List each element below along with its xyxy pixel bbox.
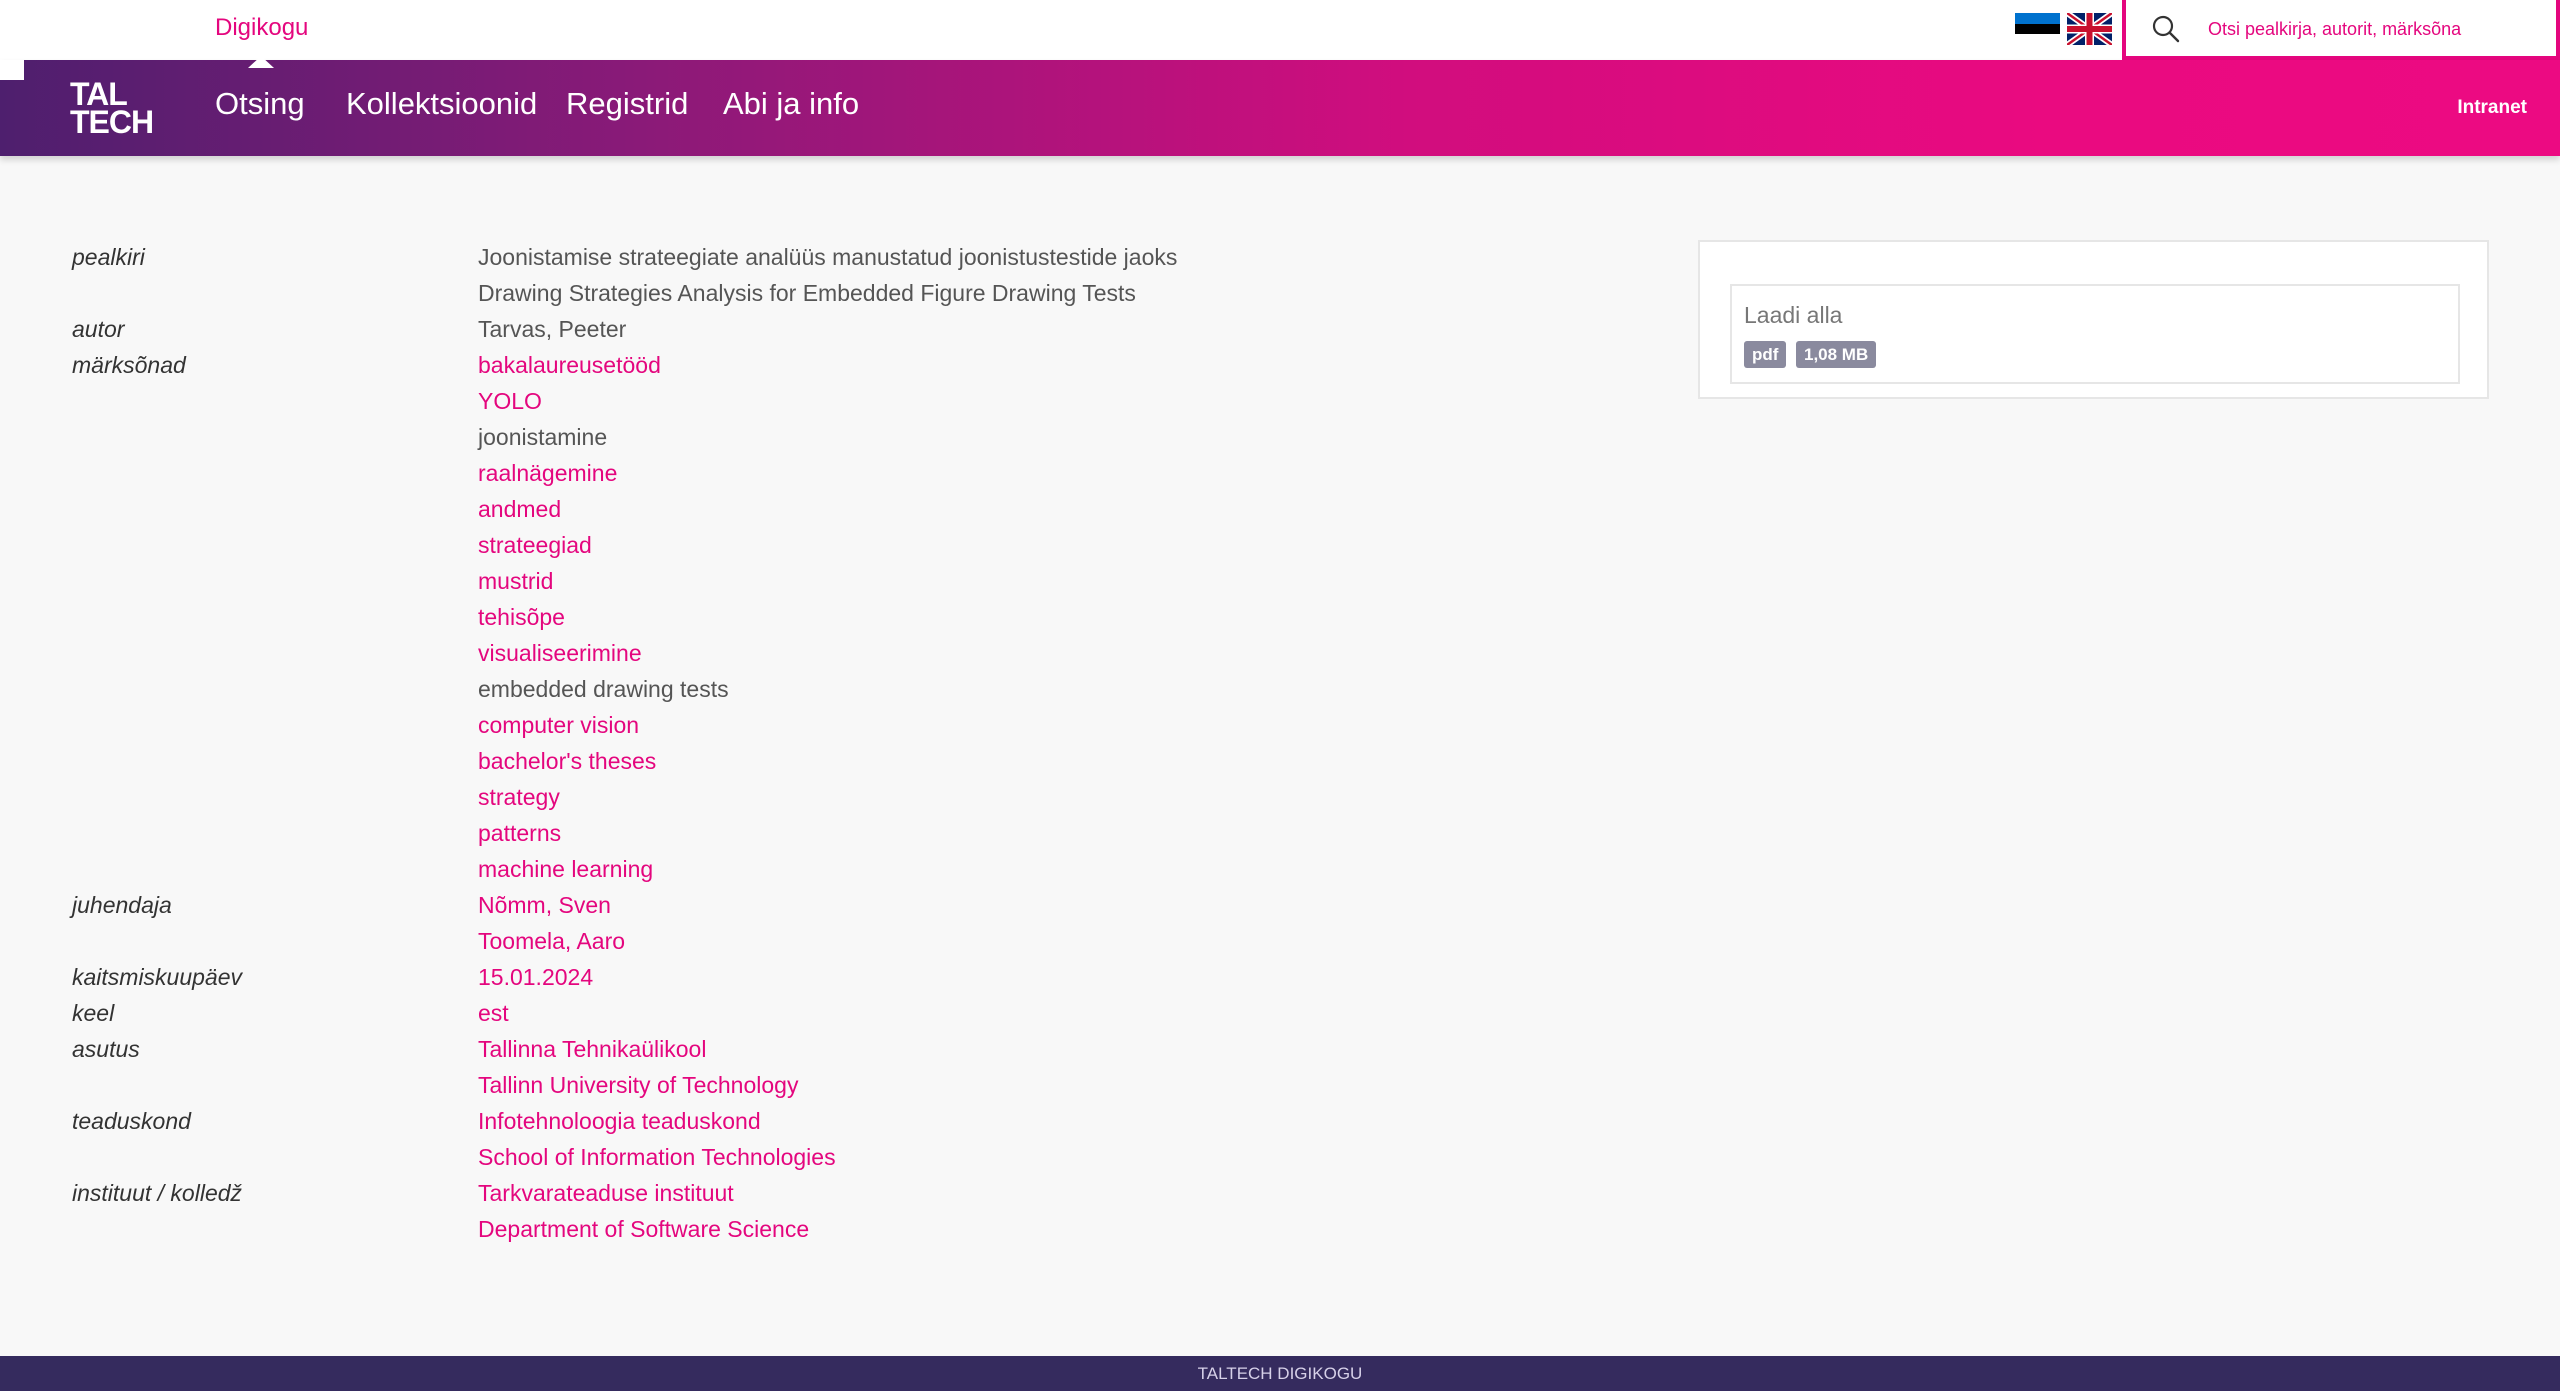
label-institution: asutus [72, 1036, 140, 1062]
logo-notch [0, 60, 24, 80]
file-format-badge[interactable]: pdf [1744, 341, 1787, 368]
institution-link[interactable]: Tallinna Tehnikaülikool [478, 1036, 706, 1063]
keyword-link[interactable]: bakalaureusetööd [478, 352, 661, 379]
title-et: Joonistamise strateegiate analüüs manust… [478, 244, 1178, 270]
download-item[interactable]: Laadi alla pdf 1,08 MB [1730, 284, 2460, 384]
search-input[interactable] [2208, 12, 2538, 46]
footer: TALTECH DIGIKOGU [0, 1356, 2560, 1391]
label-faculty: teaduskond [72, 1108, 191, 1134]
label-defense-date: kaitsmiskuupäev [72, 964, 243, 990]
faculty-link[interactable]: School of Information Technologies [478, 1144, 836, 1171]
nav-otsing[interactable]: Otsing [215, 86, 305, 122]
defense-date-link[interactable]: 15.01.2024 [478, 964, 593, 991]
taltech-logo[interactable]: TAL TECH [70, 78, 154, 140]
estonian-flag-icon[interactable] [2015, 13, 2060, 45]
language-link[interactable]: est [478, 1000, 509, 1027]
file-size-badge[interactable]: 1,08 MB [1796, 341, 1877, 368]
keyword-link[interactable]: patterns [478, 820, 561, 847]
institute-link[interactable]: Department of Software Science [478, 1216, 809, 1243]
label-title: pealkiri [72, 244, 145, 270]
search-box [2122, 0, 2560, 60]
english-flag-icon[interactable] [2067, 13, 2112, 45]
institution-link[interactable]: Tallinn University of Technology [478, 1072, 798, 1099]
keyword-link[interactable]: andmed [478, 496, 561, 523]
keyword-link[interactable]: computer vision [478, 712, 639, 739]
keyword-link[interactable]: mustrid [478, 568, 553, 595]
title-en: Drawing Strategies Analysis for Embedded… [478, 280, 1136, 306]
keyword-link[interactable]: raalnägemine [478, 460, 617, 487]
keyword-text: joonistamine [478, 424, 608, 450]
label-keywords: märksõnad [72, 352, 186, 378]
search-icon[interactable] [2150, 13, 2182, 45]
logo-line-2: TECH [70, 104, 154, 140]
keyword-link[interactable]: machine learning [478, 856, 653, 883]
keyword-link[interactable]: tehisõpe [478, 604, 565, 631]
label-institute: instituut / kolledž [72, 1180, 243, 1206]
author-value: Tarvas, Peeter [478, 316, 627, 342]
download-title: Laadi alla [1744, 302, 1843, 328]
keyword-link[interactable]: visualiseerimine [478, 640, 642, 667]
faculty-link[interactable]: Infotehnoloogia teaduskond [478, 1108, 761, 1135]
keyword-link[interactable]: YOLO [478, 388, 542, 415]
label-language: keel [72, 1000, 115, 1026]
keyword-link[interactable]: bachelor's theses [478, 748, 656, 775]
label-author: autor [72, 316, 125, 342]
nav-registrid[interactable]: Registrid [566, 86, 688, 122]
download-panel: Laadi alla pdf 1,08 MB [1698, 240, 2489, 399]
digikogu-link[interactable]: Digikogu [215, 14, 308, 42]
intranet-link[interactable]: Intranet [2457, 97, 2527, 119]
institute-link[interactable]: Tarkvarateaduse instituut [478, 1180, 734, 1207]
supervisor-link[interactable]: Toomela, Aaro [478, 928, 625, 955]
keyword-text: embedded drawing tests [478, 676, 729, 702]
keyword-link[interactable]: strategy [478, 784, 560, 811]
nav-abi-ja-info[interactable]: Abi ja info [723, 86, 859, 122]
active-caret-icon [248, 56, 274, 68]
supervisor-link[interactable]: Nõmm, Sven [478, 892, 611, 919]
nav-kollektsioonid[interactable]: Kollektsioonid [346, 86, 537, 122]
keyword-link[interactable]: strateegiad [478, 532, 592, 559]
label-supervisor: juhendaja [72, 892, 172, 918]
